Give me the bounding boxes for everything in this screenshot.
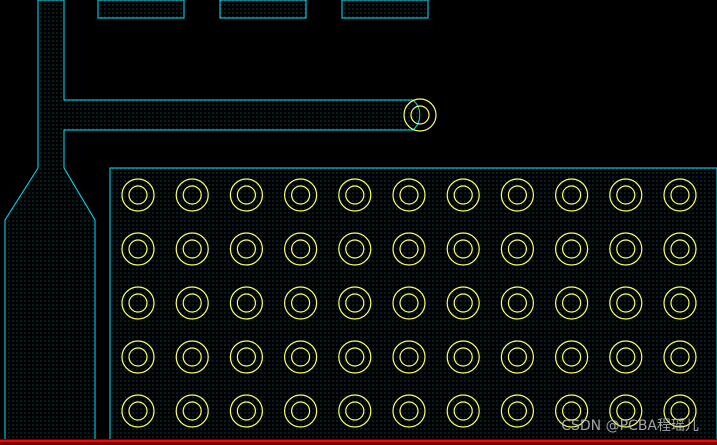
bottom-red-line <box>0 440 717 442</box>
pcb-canvas <box>0 0 717 445</box>
top-pad-1 <box>97 0 185 19</box>
top-pad-2 <box>219 0 307 19</box>
watermark-text: CSDN @PCBA程瑶儿 <box>561 418 699 434</box>
top-pad-3 <box>341 0 429 19</box>
